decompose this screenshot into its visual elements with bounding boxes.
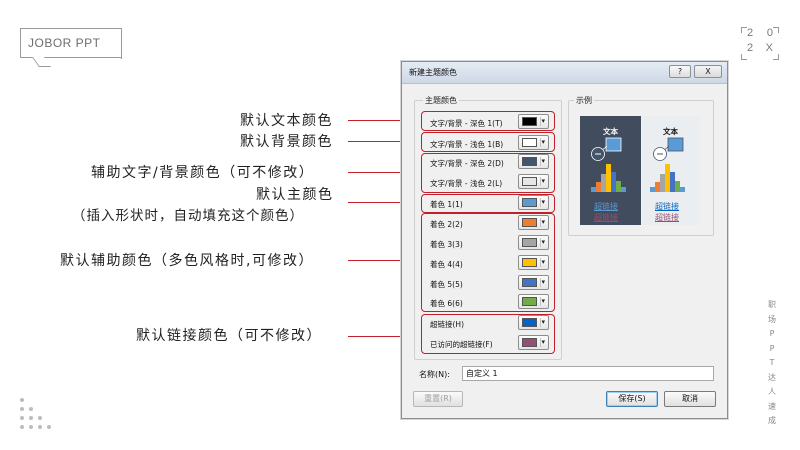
- color-picker-accent2[interactable]: ▾: [518, 215, 549, 230]
- cancel-button[interactable]: 取消: [664, 391, 716, 407]
- color-picker-text-dark2[interactable]: ▾: [518, 154, 549, 169]
- color-swatch: [522, 318, 537, 327]
- color-picker-visited-hyperlink[interactable]: ▾: [518, 335, 549, 350]
- row-label-accent2: 着色 2(2): [430, 220, 463, 229]
- dropdown-arrow-icon: ▾: [541, 258, 545, 266]
- color-swatch: [522, 238, 537, 247]
- annotation-main-color-note: （插入形状时，自动填充这个颜色）: [72, 208, 304, 224]
- row-label-accent1: 着色 1(1): [430, 200, 463, 209]
- color-picker-text-dark1[interactable]: ▾: [518, 114, 549, 129]
- color-swatch: [522, 177, 537, 186]
- color-swatch: [522, 157, 537, 166]
- row-label-text-light2: 文字/背景 - 浅色 2(L): [430, 179, 503, 188]
- annotation-main-color: 默认主颜色: [256, 187, 334, 203]
- side-char: 场: [768, 314, 776, 324]
- year-badge: 20 2X: [741, 27, 779, 60]
- logo-text: JOBOR PPT: [28, 36, 101, 50]
- color-swatch: [522, 198, 537, 207]
- name-input[interactable]: 自定义 1: [462, 366, 714, 381]
- year-digit: X: [765, 42, 773, 54]
- row-label-accent6: 着色 6(6): [430, 299, 463, 308]
- row-label-accent5: 着色 5(5): [430, 280, 463, 289]
- side-vertical-text: 职 场 P P T 达 人 速 成: [764, 298, 780, 429]
- color-swatch: [522, 278, 537, 287]
- theme-colors-group-label: 主题颜色: [423, 95, 459, 106]
- logo: JOBOR PPT: [20, 28, 122, 67]
- dropdown-arrow-icon: ▾: [541, 177, 545, 185]
- dropdown-arrow-icon: ▾: [541, 318, 545, 326]
- dropdown-arrow-icon: ▾: [541, 338, 545, 346]
- row-label-accent4: 着色 4(4): [430, 260, 463, 269]
- close-button[interactable]: X: [694, 65, 722, 78]
- preview-shapes-light: [650, 137, 685, 192]
- annotation-aux-colors: 默认辅助颜色（多色风格时,可修改）: [60, 253, 314, 269]
- dropdown-arrow-icon: ▾: [541, 117, 545, 125]
- annotation-background-color: 默认背景颜色: [240, 134, 333, 150]
- color-picker-accent4[interactable]: ▾: [518, 255, 549, 270]
- dropdown-arrow-icon: ▾: [541, 138, 545, 146]
- row-label-visited-hyperlink: 已访问的超链接(F): [430, 340, 493, 349]
- color-picker-hyperlink[interactable]: ▾: [518, 315, 549, 330]
- color-picker-accent1[interactable]: ▾: [518, 195, 549, 210]
- dropdown-arrow-icon: ▾: [541, 157, 545, 165]
- help-button[interactable]: ?: [669, 65, 691, 78]
- dropdown-arrow-icon: ▾: [541, 278, 545, 286]
- row-label-text-dark1: 文字/背景 - 深色 1(T): [430, 119, 503, 128]
- row-label-text-light1: 文字/背景 - 浅色 1(B): [430, 140, 504, 149]
- preview-shapes-dark: [591, 137, 626, 192]
- side-char: 达: [768, 372, 776, 382]
- side-char: 职: [768, 300, 776, 309]
- preview-hyperlink-light: 超链接: [655, 202, 679, 211]
- dropdown-arrow-icon: ▾: [541, 198, 545, 206]
- dropdown-arrow-icon: ▾: [541, 218, 545, 226]
- color-swatch: [522, 297, 537, 306]
- dialog-title: 新建主题颜色: [409, 68, 457, 77]
- year-digit: 2: [747, 27, 754, 39]
- dialog-titlebar[interactable]: 新建主题颜色 ? X: [402, 62, 727, 84]
- preview-visited-hyperlink-light: 超链接: [655, 213, 679, 222]
- color-swatch: [522, 338, 537, 347]
- side-char: P: [769, 343, 775, 353]
- annotation-aux-text-bg: 辅助文字/背景颜色（可不修改）: [91, 165, 315, 181]
- annotation-link-colors: 默认链接颜色（可不修改）: [136, 328, 322, 344]
- preview-visited-hyperlink-dark: 超链接: [594, 213, 618, 222]
- color-swatch: [522, 117, 537, 126]
- color-picker-accent3[interactable]: ▾: [518, 235, 549, 250]
- color-picker-accent5[interactable]: ▾: [518, 275, 549, 290]
- side-char: 速: [768, 401, 776, 411]
- row-label-hyperlink: 超链接(H): [430, 320, 464, 329]
- side-char: 人: [768, 387, 776, 396]
- sample-group-label: 示例: [574, 95, 594, 106]
- year-digit: 2: [747, 42, 754, 54]
- color-picker-text-light2[interactable]: ▾: [518, 174, 549, 189]
- color-swatch: [522, 258, 537, 267]
- row-label-accent3: 着色 3(3): [430, 240, 463, 249]
- side-char: 成: [768, 416, 776, 425]
- color-picker-accent6[interactable]: ▾: [518, 294, 549, 309]
- side-char: P: [769, 329, 775, 338]
- annotation-text-color: 默认文本颜色: [240, 113, 333, 129]
- reset-button[interactable]: 重置(R): [413, 391, 463, 407]
- dropdown-arrow-icon: ▾: [541, 297, 545, 305]
- side-char: T: [769, 358, 775, 367]
- color-picker-text-light1[interactable]: ▾: [518, 135, 549, 150]
- name-label: 名称(N):: [419, 370, 450, 379]
- row-label-text-dark2: 文字/背景 - 深色 2(D): [430, 159, 504, 168]
- preview-hyperlink-dark: 超链接: [594, 202, 618, 211]
- color-swatch: [522, 138, 537, 147]
- decorative-dots: [20, 398, 60, 430]
- save-button[interactable]: 保存(S): [606, 391, 658, 407]
- color-swatch: [522, 218, 537, 227]
- dropdown-arrow-icon: ▾: [541, 238, 545, 246]
